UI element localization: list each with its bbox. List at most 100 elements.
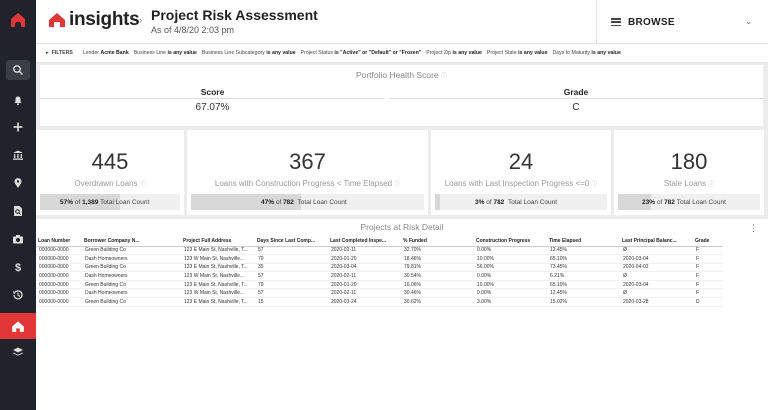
kpi-label: Overdrawn Loans ⓘ — [36, 179, 184, 188]
filter-business-line-subcategory[interactable]: Business Line Subcategory is any value — [202, 50, 296, 56]
table-row[interactable]: 000000-0000 Green Building Co 123 E Main S… — [36, 297, 723, 307]
svg-text:$: $ — [15, 262, 21, 273]
table-cell: Green Building Co — [82, 280, 181, 290]
filter-name: Project Zip — [426, 50, 452, 56]
kpi-pct: 57% — [60, 198, 74, 206]
kpi-construction-progress[interactable]: 367 Loans with Construction Progress < T… — [187, 130, 428, 215]
table-cell: 3.00% — [474, 297, 547, 307]
column-header[interactable]: Last Completed Inspe... — [328, 236, 401, 247]
filter-value: is any value — [452, 50, 482, 56]
filter-days-to-maturity[interactable]: Days to Maturity is any value — [552, 50, 620, 56]
filter-project-status[interactable]: Project Status is "Active" or "Default" … — [301, 50, 422, 56]
table-row[interactable]: 000000-0000 Dash Homeowners 123 W Main St,… — [36, 254, 723, 264]
table-cell: 57 — [255, 288, 328, 299]
filters-toggle[interactable]: ▸ FILTERS — [46, 50, 73, 56]
dollar-icon[interactable]: $ — [0, 256, 36, 278]
plus-icon[interactable] — [0, 116, 36, 138]
filter-project-zip[interactable]: Project Zip is any value — [426, 50, 482, 56]
kpi-of: of — [74, 198, 81, 206]
table-cell: 10.00% — [474, 254, 547, 264]
table-row[interactable]: 000000-0000 Dash Homeowners 123 W Main St,… — [36, 271, 723, 281]
column-header[interactable]: Days Since Last Comp... — [255, 236, 328, 247]
table-cell: 12.45% — [547, 288, 620, 299]
filter-name: Business Line — [133, 50, 167, 56]
kpi-value: 180 — [670, 149, 708, 174]
filter-name: Days to Maturity — [552, 50, 590, 56]
table-cell: 0.00% — [474, 246, 547, 256]
kpi-count: 1,389 — [82, 198, 99, 206]
table-cell: F — [693, 263, 723, 273]
filter-value: is "Active" or "Default" or "Frozen" — [334, 50, 422, 56]
home-icon[interactable] — [0, 313, 36, 339]
table-cell: 2020-02-11 — [328, 271, 401, 281]
column-header[interactable]: Grade — [693, 236, 723, 247]
file-search-icon[interactable] — [0, 200, 36, 222]
kpi-overdrawn-loans[interactable]: 445 Overdrawn Loans ⓘ 57% of 1,389 Total … — [36, 130, 184, 215]
camera-icon[interactable] — [0, 228, 36, 250]
kpi-suffix: Total Loan Count — [297, 198, 347, 206]
column-header[interactable]: Last Principal Balanc... — [620, 236, 693, 247]
table-cell: 32.70% — [401, 246, 474, 256]
table-cell: Dash Homeowners — [82, 254, 181, 264]
kpi-progress-bar: 23% of 782 Total Loan Count — [618, 194, 760, 210]
table-row[interactable]: 000000-0000 Dash Homeowners 123 W Main St,… — [36, 288, 723, 299]
chevron-down-icon: ⌄ — [745, 17, 752, 26]
table-cell: Dash Homeowners — [82, 271, 181, 281]
table-row[interactable]: 000000-0000 Green Building Co 123 E Main S… — [36, 280, 723, 290]
kpi-bar-text: 23% of 782 Total Loan Count — [618, 194, 726, 210]
location-pin-icon[interactable] — [0, 172, 36, 194]
kpi-of: of — [656, 198, 663, 206]
table-body: 000000-0000 Green Building Co 123 E Main S… — [36, 246, 723, 307]
filter-business-line[interactable]: Business Line is any value — [134, 50, 197, 56]
bell-icon[interactable] — [0, 89, 36, 111]
kpi-of: of — [486, 198, 492, 206]
table-cell: Ø — [620, 288, 693, 299]
breadcrumb-chevron-icon: › — [139, 15, 143, 26]
more-options-icon[interactable]: ⋮ — [749, 223, 758, 234]
table-cell: 123 E Main St, Nashville, T... — [181, 297, 255, 307]
filter-value: is any value — [591, 50, 621, 56]
column-header[interactable]: Time Elapsed — [547, 236, 620, 247]
table-row[interactable]: 000000-0000 Green Building Co 123 E Main S… — [36, 246, 723, 256]
table-cell: 30.62% — [401, 297, 474, 307]
info-icon[interactable]: ⓘ — [591, 182, 597, 188]
kpi-label: Loans with Last Inspection Progress <=0 ⓘ — [431, 179, 611, 188]
history-icon[interactable] — [0, 284, 36, 306]
kpi-value: 445 — [91, 149, 129, 174]
kpi-label-text: Overdrawn Loans — [74, 179, 138, 188]
filter-lender[interactable]: Lender Acme Bank — [83, 50, 129, 56]
table-row[interactable]: 000000-0000 Green Building Co 123 E Main S… — [36, 263, 723, 273]
table-cell: 30.46% — [401, 288, 474, 299]
column-header[interactable]: Loan Number — [36, 236, 82, 247]
table-cell: F — [693, 288, 723, 299]
grade-label: Grade — [389, 87, 763, 99]
column-header[interactable]: Project Full Address — [181, 236, 255, 247]
browse-menu[interactable]: BROWSE ⌄ — [596, 0, 768, 44]
table-cell: 2020-02-11 — [328, 288, 401, 299]
table-cell: 0.00% — [474, 271, 547, 281]
score-value: 67.07% — [195, 102, 230, 113]
brand[interactable]: insights — [48, 9, 140, 31]
info-icon[interactable]: ⓘ — [441, 74, 447, 80]
table-cell: 15 — [255, 297, 328, 307]
search-icon[interactable] — [6, 60, 30, 80]
layers-icon[interactable] — [0, 341, 36, 363]
table-cell: 12.45% — [547, 246, 620, 256]
info-icon[interactable]: ⓘ — [708, 182, 714, 188]
risk-table: Loan Number Borrower Company N... Projec… — [36, 236, 723, 307]
column-header[interactable]: Construction Progress — [474, 236, 547, 247]
table-cell: 2020-04-02 — [620, 263, 693, 273]
kpi-value: 367 — [289, 149, 326, 174]
kpi-stale-loans[interactable]: 180 Stale Loans ⓘ 23% of 782 Total Loan C… — [614, 130, 764, 215]
column-header[interactable]: Borrower Company N... — [82, 236, 181, 247]
app-logo-icon[interactable] — [0, 0, 36, 40]
table-cell: F — [693, 280, 723, 290]
table-cell: F — [693, 254, 723, 264]
filter-project-state[interactable]: Project State is any value — [487, 50, 548, 56]
kpi-last-inspection[interactable]: 24 Loans with Last Inspection Progress <… — [431, 130, 611, 215]
column-header[interactable]: % Funded — [401, 236, 474, 247]
info-icon[interactable]: ⓘ — [394, 182, 400, 188]
info-icon[interactable]: ⓘ — [140, 182, 146, 188]
kpi-suffix: Total Loan Count — [676, 198, 726, 206]
bank-icon[interactable] — [0, 144, 36, 166]
